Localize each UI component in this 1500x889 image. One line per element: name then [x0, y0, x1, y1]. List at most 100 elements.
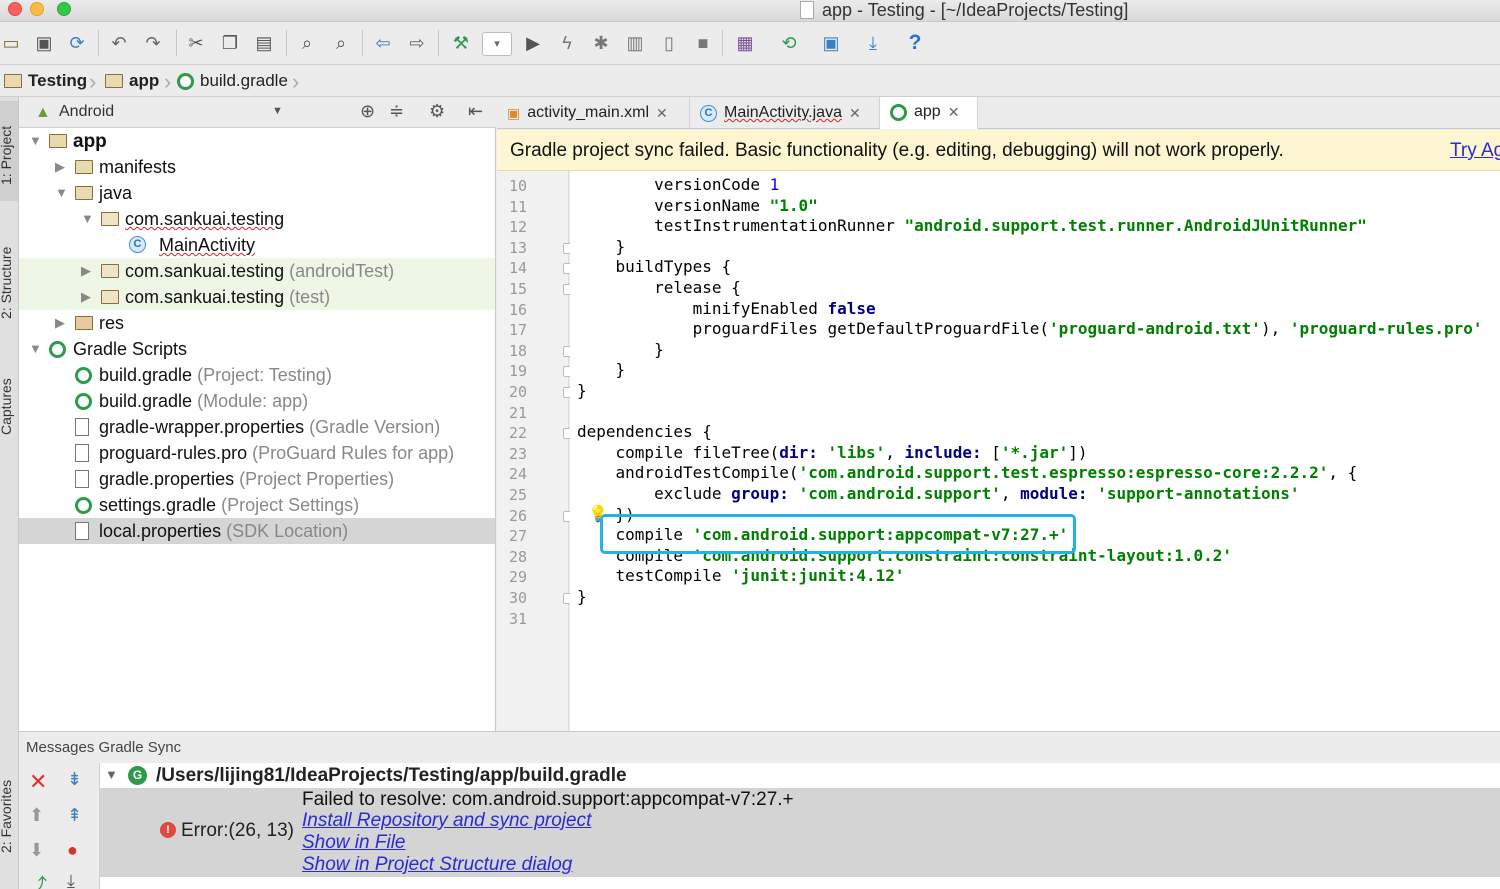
code-line[interactable]: versionName "1.0" [577, 196, 818, 216]
code-line[interactable]: release { [577, 278, 741, 298]
sdk-manager-icon[interactable]: ⤓ [862, 32, 884, 54]
code-line[interactable]: proguardFiles getDefaultProguardFile('pr… [577, 319, 1483, 339]
copy-icon[interactable]: ❐ [219, 32, 241, 54]
tree-item[interactable]: ▼ java [19, 180, 495, 206]
sync-gradle-icon[interactable]: ⟲ [778, 32, 800, 54]
find-icon[interactable]: ⌕ [296, 32, 318, 54]
help-icon[interactable]: ? [904, 32, 926, 54]
breadcrumb-item-build-gradle[interactable]: build.gradle [177, 71, 288, 91]
tab-captures[interactable]: Captures [0, 378, 14, 435]
cut-icon[interactable]: ✂ [185, 32, 207, 54]
build-hammer-icon[interactable]: ⚒ [450, 32, 472, 54]
code-line[interactable]: } [577, 587, 587, 607]
open-folder-icon[interactable]: ▭ [0, 32, 22, 54]
code-editor[interactable]: versionCode 1 versionName "1.0" testInst… [570, 171, 1500, 731]
run-icon[interactable]: ▶ [522, 32, 544, 54]
avd-manager-icon[interactable]: ▦ [734, 32, 756, 54]
tree-item[interactable]: build.gradle (Module: app) [19, 388, 495, 414]
error-row[interactable]: ! Error:(26, 13) Failed to resolve: com.… [100, 788, 1500, 877]
stop-icon[interactable]: ■ [692, 32, 714, 54]
collapse-arrow-icon[interactable]: ▶ [81, 284, 91, 310]
tree-item[interactable]: gradle-wrapper.properties (Gradle Versio… [19, 414, 495, 440]
redo-icon[interactable]: ↷ [142, 32, 164, 54]
tab-app[interactable]: app ✕ [880, 97, 978, 129]
collapse-all-icon[interactable]: ⇞ [67, 805, 82, 826]
error-filter-icon[interactable]: ● [67, 840, 78, 861]
tree-item[interactable]: settings.gradle (Project Settings) [19, 492, 495, 518]
lightbulb-icon[interactable]: 💡 [588, 504, 608, 524]
run-config-dropdown[interactable]: ▾ [482, 32, 512, 56]
code-line[interactable]: } [577, 381, 587, 401]
minimize-window-button[interactable] [30, 2, 44, 16]
sync-icon[interactable]: ⟳ [66, 32, 88, 54]
tree-item[interactable]: ▶ res [19, 310, 495, 336]
breadcrumb-item-testing[interactable]: Testing [4, 71, 87, 91]
debug-icon[interactable]: ✱ [590, 32, 612, 54]
code-line[interactable]: compile fileTree(dir: 'libs', include: [… [577, 443, 1088, 463]
export-icon[interactable]: ⤴ [29, 871, 47, 889]
tree-item[interactable]: ▼ app [19, 128, 495, 154]
tree-item[interactable]: ▶ com.sankuai.testing (test) [19, 284, 495, 310]
tab-activity-main-xml[interactable]: ▣ activity_main.xml ✕ [497, 97, 690, 129]
expand-arrow-icon[interactable]: ▼ [105, 767, 118, 782]
undo-icon[interactable]: ↶ [108, 32, 130, 54]
profile-icon[interactable]: ▥ [624, 32, 646, 54]
close-window-button[interactable] [8, 2, 22, 16]
breadcrumb-item-app[interactable]: app [105, 71, 159, 91]
tree-item[interactable]: ▼ com.sankuai.testing [19, 206, 495, 232]
arrow-down-icon[interactable]: ⬇ [29, 840, 44, 861]
tree-item[interactable]: ▼ Gradle Scripts [19, 336, 495, 362]
tab-mainactivity-java[interactable]: C MainActivity.java ✕ [690, 97, 880, 129]
apply-changes-icon[interactable]: ϟ [556, 32, 578, 54]
code-line[interactable]: minifyEnabled false [577, 299, 876, 319]
replace-icon[interactable]: ⌕ [330, 32, 352, 54]
expand-arrow-icon[interactable]: ▼ [81, 206, 94, 232]
try-again-link[interactable]: Try Ag [1450, 140, 1500, 162]
arrow-up-icon[interactable]: ⬆ [29, 805, 44, 826]
tree-item[interactable]: C MainActivity [19, 232, 495, 258]
project-structure-icon[interactable]: ▣ [820, 32, 842, 54]
zoom-window-button[interactable] [57, 2, 71, 16]
install-repository-link[interactable]: Install Repository and sync project [302, 810, 591, 832]
code-line[interactable]: buildTypes { [577, 257, 732, 277]
tree-item[interactable]: proguard-rules.pro (ProGuard Rules for a… [19, 440, 495, 466]
save-icon[interactable]: ▣ [33, 32, 55, 54]
tree-item[interactable]: build.gradle (Project: Testing) [19, 362, 495, 388]
show-in-file-link[interactable]: Show in File [302, 832, 406, 854]
show-in-project-structure-link[interactable]: Show in Project Structure dialog [302, 854, 572, 876]
attach-debugger-icon[interactable]: ▯ [658, 32, 680, 54]
close-icon[interactable]: ✕ [29, 769, 47, 795]
download-icon[interactable]: ⤓ [67, 871, 75, 889]
code-line[interactable]: } [577, 237, 626, 257]
scroll-from-source-icon[interactable]: ⊕ [360, 101, 375, 122]
close-icon[interactable]: ✕ [849, 105, 861, 122]
expand-arrow-icon[interactable]: ▼ [55, 180, 68, 206]
error-file-path[interactable]: /Users/lijing81/IdeaProjects/Testing/app… [156, 765, 627, 787]
tab-favorites[interactable]: 2: Favorites [0, 780, 14, 853]
code-line[interactable]: androidTestCompile('com.android.support.… [577, 463, 1358, 483]
code-line[interactable]: versionCode 1 [577, 175, 779, 195]
code-line[interactable]: testInstrumentationRunner "android.suppo… [577, 216, 1367, 236]
collapse-arrow-icon[interactable]: ▶ [55, 154, 65, 180]
tab-project[interactable]: 1: Project [0, 126, 14, 185]
expand-all-icon[interactable]: ⇟ [67, 769, 82, 790]
gear-icon[interactable]: ⚙ [429, 101, 445, 122]
tree-item[interactable]: ▶ manifests [19, 154, 495, 180]
close-icon[interactable]: ✕ [948, 104, 960, 121]
tree-item[interactable]: gradle.properties (Project Properties) [19, 466, 495, 492]
collapse-arrow-icon[interactable]: ▶ [55, 310, 65, 336]
paste-icon[interactable]: ▤ [253, 32, 275, 54]
tree-item[interactable]: local.properties (SDK Location) [19, 518, 495, 544]
tree-item[interactable]: ▶ com.sankuai.testing (androidTest) [19, 258, 495, 284]
tab-structure[interactable]: 2: Structure [0, 247, 14, 319]
collapse-all-icon[interactable]: ≑ [389, 101, 404, 122]
code-line[interactable]: testCompile 'junit:junit:4.12' [577, 566, 905, 586]
collapse-arrow-icon[interactable]: ▶ [81, 258, 91, 284]
code-line[interactable]: exclude group: 'com.android.support', mo… [577, 484, 1299, 504]
expand-arrow-icon[interactable]: ▼ [29, 128, 42, 154]
close-icon[interactable]: ✕ [656, 105, 668, 122]
code-line[interactable]: dependencies { [577, 422, 712, 442]
view-selector[interactable]: Android [59, 103, 114, 121]
code-line[interactable]: } [577, 340, 664, 360]
back-icon[interactable]: ⇦ [372, 32, 394, 54]
